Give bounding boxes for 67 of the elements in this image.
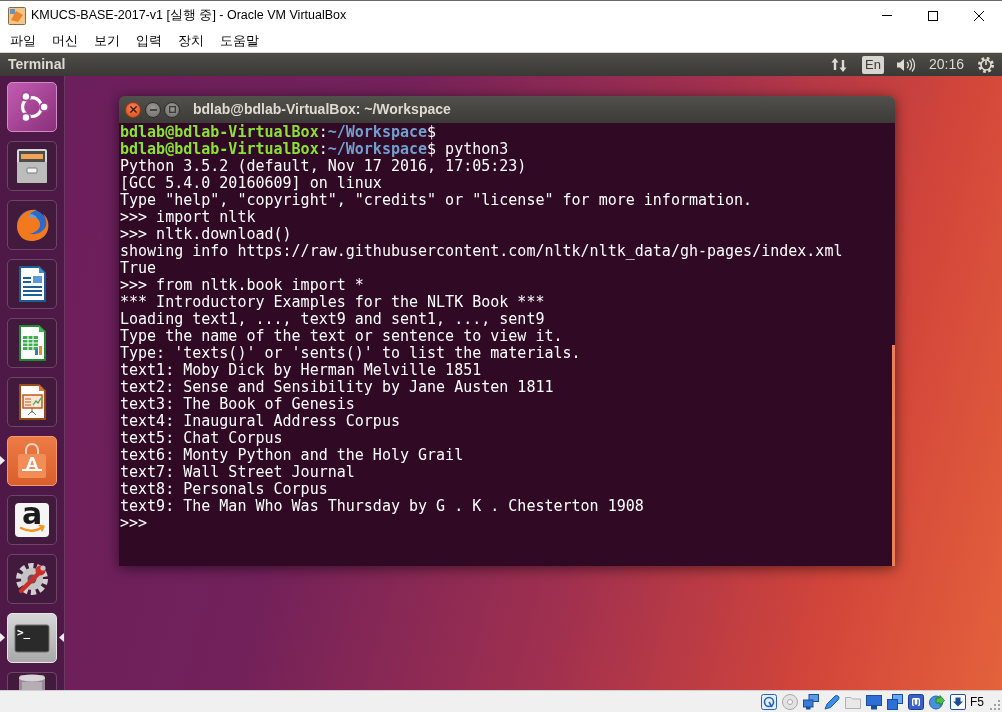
- terminal-line: >>>: [120, 515, 148, 532]
- up-down-arrows-icon[interactable]: [831, 56, 848, 73]
- menu-item[interactable]: 파일: [2, 31, 44, 51]
- terminal-line: text9: The Man Who Was Thursday by G . K . Chesterton 1908: [120, 498, 644, 515]
- app-logo-icon: [8, 6, 26, 25]
- terminal-line: >>> import nltk: [120, 209, 256, 226]
- launcher-button[interactable]: [7, 318, 57, 368]
- terminal-line: bdlab@bdlab-VirtualBox:~/Workspace$: [120, 124, 437, 141]
- chip-icon[interactable]: [908, 693, 924, 710]
- minimize-icon: [882, 15, 892, 16]
- keyboard-layout-indicator[interactable]: En: [862, 55, 884, 74]
- terminal-line: Type: 'texts()' or 'sents()' to list the materials.: [120, 345, 581, 362]
- terminal-line: text1: Moby Dick by Herman Melville 1851: [120, 362, 482, 379]
- launcher-button[interactable]: [7, 141, 57, 191]
- close-button[interactable]: [125, 101, 141, 118]
- terminal-line: text5: Chat Corpus: [120, 430, 283, 447]
- close-icon: [974, 10, 984, 21]
- clock[interactable]: 20:16: [928, 54, 964, 75]
- terminal-line: showing info https://raw.githubusercontent.com/nltk/nltk_data/gh-pages/index.xml: [120, 243, 843, 260]
- terminal-line: Type the name of the text or sentence to view it.: [120, 328, 563, 345]
- minimize-button[interactable]: [145, 101, 161, 118]
- terminal-line: *** Introductory Examples for the NLTK Book ***: [120, 294, 545, 311]
- menu-item[interactable]: 보기: [86, 31, 128, 51]
- two-monitors-icon[interactable]: [803, 693, 819, 710]
- windows-stack-icon[interactable]: [887, 693, 903, 710]
- terminal-line: text8: Personals Corpus: [120, 481, 328, 498]
- menu-item[interactable]: 입력: [128, 31, 170, 51]
- disk-icon[interactable]: [761, 693, 777, 710]
- launcher-button[interactable]: [7, 554, 57, 604]
- resize-grip-icon[interactable]: [990, 700, 1000, 710]
- launcher-button[interactable]: a: [7, 495, 57, 545]
- terminal-line: Type "help", "copyright", "credits" or "license" for more information.: [120, 192, 753, 209]
- terminal-line: text7: Wall Street Journal: [120, 464, 355, 481]
- running-indicator-icon: [0, 633, 5, 642]
- terminal-line: text3: The Book of Genesis: [120, 396, 355, 413]
- launcher-button[interactable]: [7, 377, 57, 427]
- window-title: bdlab@bdlab-VirtualBox: ~/Workspace: [193, 100, 451, 119]
- menu-item[interactable]: 장치: [170, 31, 212, 51]
- terminal-line: >>> nltk.download(): [120, 226, 292, 243]
- window-title: KMUCS-BASE-2017-v1 [실행 중] - Oracle VM VirtualBox: [31, 7, 347, 25]
- terminal-line: bdlab@bdlab-VirtualBox:~/Workspace$ python3: [120, 141, 509, 158]
- close-icon: [129, 106, 137, 113]
- speaker-icon[interactable]: [895, 56, 916, 73]
- menu-item[interactable]: 머신: [44, 31, 86, 51]
- launcher-button[interactable]: >_: [7, 613, 57, 663]
- app-title: Terminal: [8, 55, 66, 74]
- terminal-line: text6: Monty Python and the Holy Grail: [120, 447, 464, 464]
- terminal-line: Python 3.5.2 (default, Nov 17 2016, 17:05:23): [120, 158, 527, 175]
- pen-icon[interactable]: [824, 693, 840, 710]
- terminal-line: [GCC 5.4.0 20160609] on linux: [120, 175, 382, 192]
- menu-item[interactable]: 도움말: [212, 31, 267, 51]
- maximize-icon: [168, 106, 176, 113]
- monitor-icon[interactable]: [866, 693, 882, 710]
- launcher-button[interactable]: [7, 259, 57, 309]
- maximize-icon: [928, 10, 938, 21]
- minimize-icon: [149, 108, 157, 111]
- terminal-line: text4: Inaugural Address Corpus: [120, 413, 400, 430]
- terminal-line: True: [120, 260, 157, 277]
- running-indicator-icon: [0, 456, 5, 465]
- terminal-line: Loading text1, ..., text9 and sent1, ..., sent9: [120, 311, 545, 328]
- terminal-line: >>> from nltk.book import *: [120, 277, 364, 294]
- gear-icon[interactable]: [977, 55, 995, 74]
- launcher-button[interactable]: [7, 82, 57, 132]
- terminal-line: text2: Sense and Sensibility by Jane Austen 1811: [120, 379, 554, 396]
- host-key-label: F5: [970, 693, 984, 711]
- launcher-button[interactable]: [7, 672, 57, 690]
- down-arrow-box-icon[interactable]: [950, 693, 966, 710]
